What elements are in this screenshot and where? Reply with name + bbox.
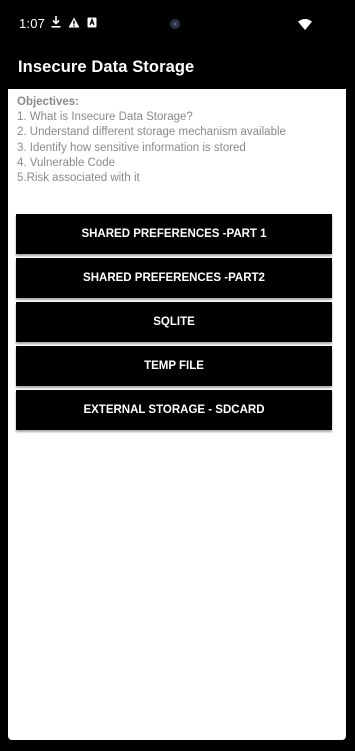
content-panel: Objectives: 1. What is Insecure Data Sto… — [8, 89, 346, 740]
app-bar: Insecure Data Storage — [0, 48, 355, 88]
wifi-icon — [298, 17, 312, 35]
shared-preferences-part1-button[interactable]: SHARED PREFERENCES -PART 1 — [16, 214, 332, 254]
objectives-heading: Objectives: — [17, 96, 79, 108]
download-icon — [51, 15, 61, 33]
objective-item: 5.Risk associated with it — [17, 172, 140, 185]
screen: 1:07 Insecure Data Storage Objectives: 1… — [0, 0, 355, 751]
app-title: Insecure Data Storage — [18, 58, 195, 76]
objective-item: 2. Understand different storage mechanis… — [17, 126, 286, 139]
objective-item: 4. Vulnerable Code — [17, 156, 116, 169]
temp-file-button[interactable]: TEMP FILE — [16, 346, 332, 386]
front-camera — [170, 19, 180, 29]
objective-item: 3. Identify how sensitive information is… — [17, 141, 246, 154]
sqlite-button[interactable]: SQLITE — [16, 302, 332, 342]
external-storage-sdcard-button[interactable]: EXTERNAL STORAGE - SDCARD — [16, 390, 332, 430]
status-time: 1:07 — [19, 16, 46, 31]
objectives-section: Objectives: 1. What is Insecure Data Sto… — [17, 95, 286, 186]
objective-item: 1. What is Insecure Data Storage? — [17, 111, 193, 124]
warning-icon — [68, 15, 80, 33]
status-bar: 1:07 — [0, 0, 355, 48]
app-notification-icon — [87, 15, 97, 33]
shared-preferences-part2-button[interactable]: SHARED PREFERENCES -PART2 — [16, 258, 332, 298]
